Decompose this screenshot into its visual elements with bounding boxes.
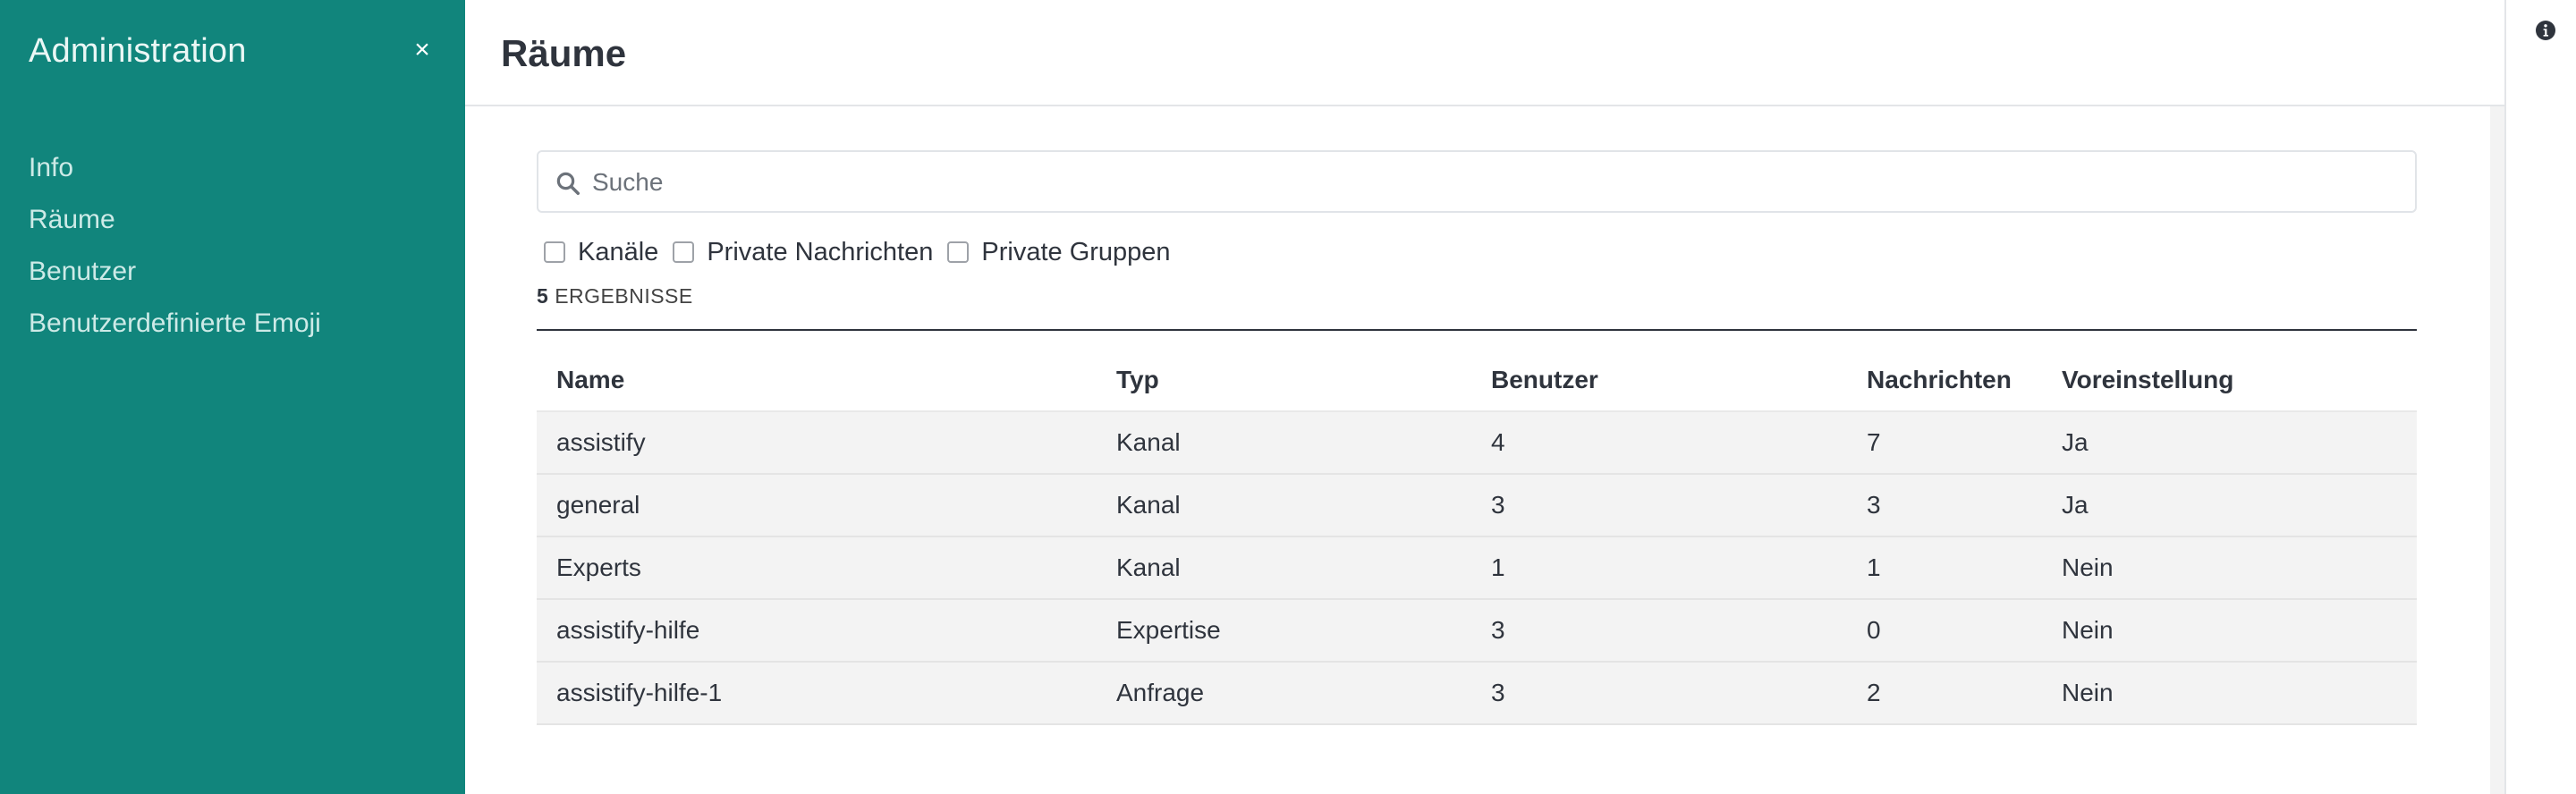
header-users[interactable]: Benutzer — [1471, 331, 1847, 412]
channels-checkbox[interactable] — [544, 241, 565, 263]
admin-sidebar: Administration × Info Räume Benutzer Ben… — [0, 0, 465, 794]
cell-messages: 7 — [1847, 411, 2042, 475]
table-row[interactable]: general Kanal 3 3 Ja — [537, 474, 2417, 537]
results-count: 5 ERGEBNISSE — [537, 284, 693, 308]
table-row[interactable]: assistify Kanal 4 7 Ja — [537, 411, 2417, 475]
close-icon[interactable]: × — [410, 37, 435, 63]
cell-messages: 2 — [1847, 662, 2042, 725]
cell-default: Ja — [2042, 411, 2417, 475]
filter-label: Kanäle — [578, 237, 659, 266]
table-header-row: Name Typ Benutzer Nachrichten Voreinstel… — [537, 331, 2417, 412]
page-title: Räume — [501, 32, 627, 74]
sidebar-item-rooms[interactable]: Räume — [29, 202, 321, 254]
private-messages-checkbox[interactable] — [673, 241, 695, 263]
cell-users: 3 — [1471, 662, 1847, 725]
header-messages[interactable]: Nachrichten — [1847, 331, 2042, 412]
cell-type: Expertise — [1097, 599, 1471, 663]
room-type-filters: Kanäle Private Nachrichten Private Grupp… — [544, 234, 1185, 270]
results-label: ERGEBNISSE — [555, 284, 693, 308]
sidebar-item-info[interactable]: Info — [29, 150, 321, 202]
filter-label: Private Nachrichten — [707, 237, 934, 266]
results-number: 5 — [537, 284, 549, 308]
filter-label: Private Gruppen — [981, 237, 1171, 266]
filter-channels[interactable]: Kanäle — [544, 238, 658, 267]
table-row[interactable]: Experts Kanal 1 1 Nein — [537, 536, 2417, 600]
filter-private-messages[interactable]: Private Nachrichten — [673, 238, 933, 267]
sidebar-nav: Info Räume Benutzer Benutzerdefinierte E… — [29, 150, 321, 358]
cell-type: Kanal — [1097, 474, 1471, 537]
cell-name: Experts — [537, 536, 1097, 600]
search-box[interactable] — [537, 150, 2417, 213]
cell-type: Kanal — [1097, 411, 1471, 475]
sidebar-title: Administration — [29, 32, 247, 70]
cell-type: Anfrage — [1097, 662, 1471, 725]
table-row[interactable]: assistify-hilfe-1 Anfrage 3 2 Nein — [537, 662, 2417, 725]
cell-name: assistify — [537, 411, 1097, 475]
cell-users: 4 — [1471, 411, 1847, 475]
cell-messages: 1 — [1847, 536, 2042, 600]
cell-default: Ja — [2042, 474, 2417, 537]
cell-name: assistify-hilfe — [537, 599, 1097, 663]
filter-private-groups[interactable]: Private Gruppen — [947, 237, 1171, 267]
sidebar-item-users[interactable]: Benutzer — [29, 254, 321, 306]
search-icon — [556, 172, 580, 195]
cell-messages: 0 — [1847, 599, 2042, 663]
cell-users: 3 — [1471, 599, 1847, 663]
main-panel: Räume Kanäle Private Nachrichten Private… — [465, 0, 2504, 794]
cell-name: assistify-hilfe-1 — [537, 662, 1097, 725]
content-scrollbar[interactable] — [2490, 106, 2504, 794]
cell-name: general — [537, 474, 1097, 537]
search-input[interactable] — [592, 161, 2399, 204]
sidebar-item-custom-emoji[interactable]: Benutzerdefinierte Emoji — [29, 306, 321, 358]
cell-users: 3 — [1471, 474, 1847, 537]
cell-type: Kanal — [1097, 536, 1471, 600]
table-row[interactable]: assistify-hilfe Expertise 3 0 Nein — [537, 599, 2417, 663]
header-name[interactable]: Name — [537, 331, 1097, 412]
private-groups-checkbox[interactable] — [947, 241, 970, 263]
cell-default: Nein — [2042, 536, 2417, 600]
cell-default: Nein — [2042, 662, 2417, 725]
cell-messages: 3 — [1847, 474, 2042, 537]
cell-users: 1 — [1471, 536, 1847, 600]
right-toolbar — [2504, 0, 2576, 794]
page-header: Räume — [465, 0, 2504, 106]
cell-default: Nein — [2042, 599, 2417, 663]
header-default[interactable]: Voreinstellung — [2042, 331, 2417, 412]
header-type[interactable]: Typ — [1097, 331, 1471, 412]
info-icon[interactable] — [2535, 20, 2556, 41]
rooms-table: Name Typ Benutzer Nachrichten Voreinstel… — [537, 331, 2417, 725]
